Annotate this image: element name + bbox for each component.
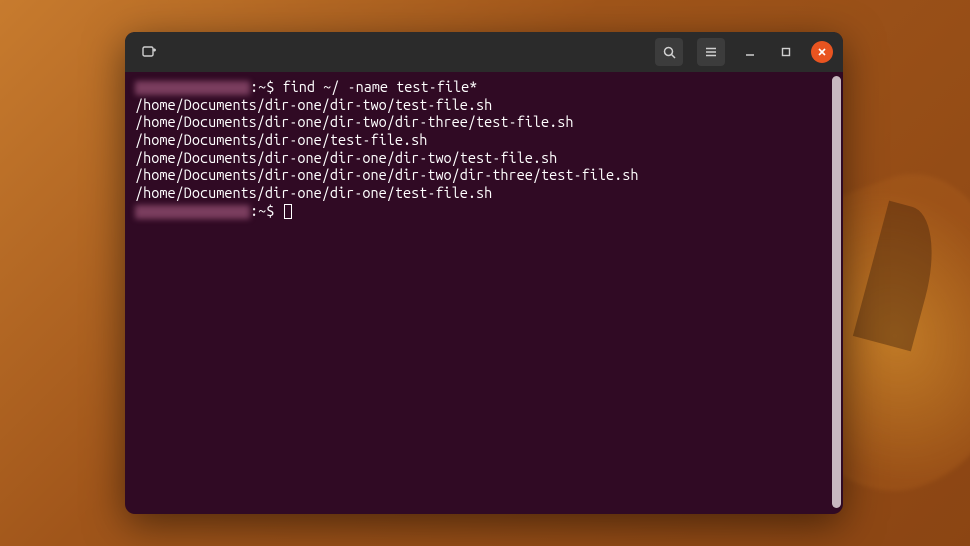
new-tab-icon [141, 44, 157, 60]
new-tab-button[interactable] [135, 38, 163, 66]
hamburger-menu-button[interactable] [697, 38, 725, 66]
prompt-suffix: :~$ [250, 202, 282, 219]
terminal-scrollbar[interactable] [832, 76, 841, 508]
search-icon [662, 45, 677, 60]
output-line: /home/Documents/dir-one/dir-one/dir-two/… [135, 149, 833, 167]
output-line: /home/Documents/dir-one/dir-two/dir-thre… [135, 113, 833, 131]
command-text: find ~/ -name test-file* [282, 78, 477, 95]
redacted-user-host [135, 81, 250, 95]
close-icon [817, 47, 827, 57]
close-button[interactable] [811, 41, 833, 63]
minimize-icon [744, 46, 756, 58]
prompt-suffix: :~$ [250, 78, 282, 95]
cursor [284, 204, 292, 219]
minimize-button[interactable] [739, 41, 761, 63]
output-line: /home/Documents/dir-one/test-file.sh [135, 131, 833, 149]
terminal-content[interactable]: :~$ find ~/ -name test-file* /home/Docum… [125, 72, 843, 514]
prompt-line: :~$ [135, 202, 833, 220]
output-line: /home/Documents/dir-one/dir-one/test-fil… [135, 184, 833, 202]
output-line: /home/Documents/dir-one/dir-one/dir-two/… [135, 166, 833, 184]
command-line: :~$ find ~/ -name test-file* [135, 78, 833, 96]
search-button[interactable] [655, 38, 683, 66]
maximize-button[interactable] [775, 41, 797, 63]
terminal-window: :~$ find ~/ -name test-file* /home/Docum… [125, 32, 843, 514]
redacted-user-host [135, 205, 250, 219]
hamburger-icon [704, 45, 718, 59]
window-titlebar[interactable] [125, 32, 843, 72]
maximize-icon [780, 46, 792, 58]
output-line: /home/Documents/dir-one/dir-two/test-fil… [135, 96, 833, 114]
